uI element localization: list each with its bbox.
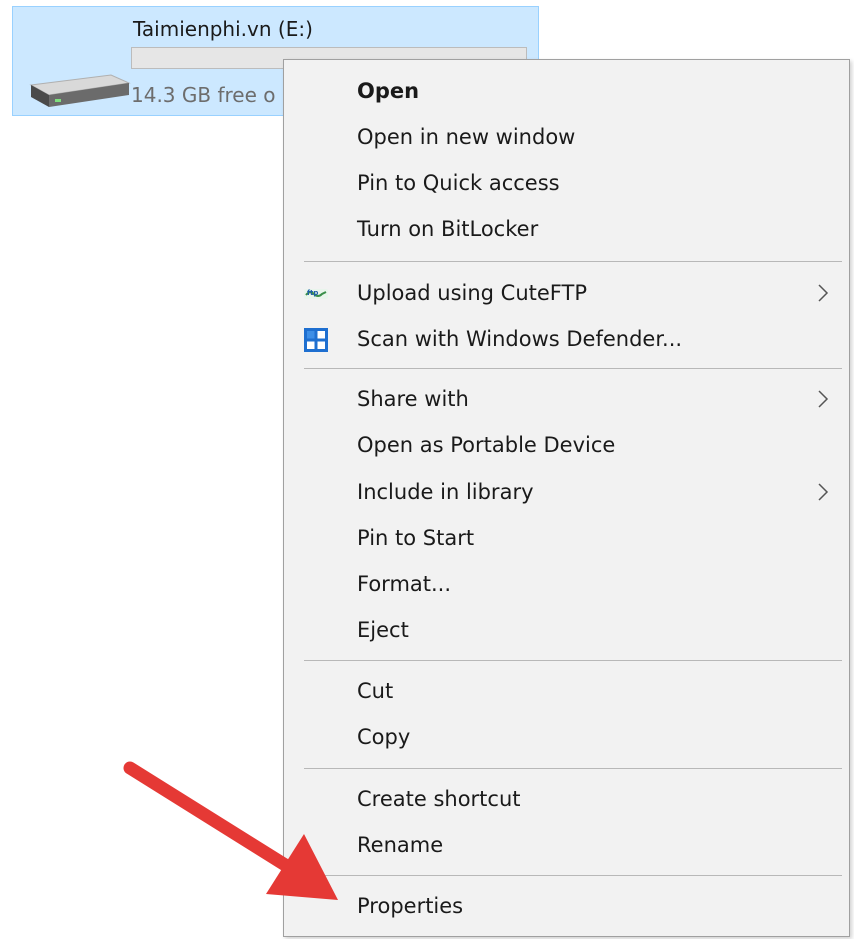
menu-item-share-with[interactable]: Share with: [284, 376, 849, 422]
chevron-right-icon: [818, 390, 829, 408]
chevron-right-icon: [818, 284, 829, 302]
menu-separator: [304, 261, 842, 262]
menu-item-properties[interactable]: Properties: [284, 883, 849, 929]
menu-item-eject[interactable]: Eject: [284, 607, 849, 653]
menu-item-turn-on-bitlocker[interactable]: Turn on BitLocker: [284, 206, 849, 252]
menu-item-open[interactable]: Open: [284, 68, 849, 114]
menu-item-label: Pin to Start: [357, 526, 475, 550]
menu-item-label: Format...: [357, 572, 452, 596]
menu-item-label: Turn on BitLocker: [357, 217, 539, 241]
menu-item-label: Include in library: [357, 480, 534, 504]
menu-item-upload-using-cuteftp[interactable]: ftp Upload using CuteFTP: [284, 270, 849, 316]
menu-item-format[interactable]: Format...: [284, 561, 849, 607]
menu-separator: [304, 768, 842, 769]
menu-separator: [304, 875, 842, 876]
menu-item-label: Open: [357, 79, 420, 103]
menu-item-label: Cut: [357, 679, 394, 703]
menu-separator: [304, 660, 842, 661]
chevron-right-icon: [818, 483, 829, 501]
windows-defender-icon: [304, 328, 328, 352]
menu-separator: [304, 368, 842, 369]
menu-item-label: Share with: [357, 387, 469, 411]
menu-item-label: Pin to Quick access: [357, 171, 560, 195]
menu-item-create-shortcut[interactable]: Create shortcut: [284, 776, 849, 822]
drive-name: Taimienphi.vn (E:): [133, 17, 313, 41]
menu-item-cut[interactable]: Cut: [284, 668, 849, 714]
menu-item-rename[interactable]: Rename: [284, 822, 849, 868]
menu-item-label: Scan with Windows Defender...: [357, 327, 683, 351]
menu-item-label: Rename: [357, 833, 444, 857]
menu-item-label: Copy: [357, 725, 411, 749]
menu-item-open-in-new-window[interactable]: Open in new window: [284, 114, 849, 160]
menu-item-label: Upload using CuteFTP: [357, 281, 587, 305]
menu-item-open-as-portable-device[interactable]: Open as Portable Device: [284, 422, 849, 468]
menu-item-pin-to-quick-access[interactable]: Pin to Quick access: [284, 160, 849, 206]
menu-item-label: Properties: [357, 894, 464, 918]
svg-text:ftp: ftp: [307, 289, 318, 297]
menu-item-pin-to-start[interactable]: Pin to Start: [284, 515, 849, 561]
menu-item-include-in-library[interactable]: Include in library: [284, 469, 849, 515]
menu-item-label: Open in new window: [357, 125, 576, 149]
menu-item-label: Open as Portable Device: [357, 433, 616, 457]
cuteftp-icon: ftp: [304, 289, 328, 299]
context-menu: Open Open in new window Pin to Quick acc…: [283, 59, 850, 937]
menu-item-scan-with-windows-defender[interactable]: Scan with Windows Defender...: [284, 316, 849, 362]
drive-free-space: 14.3 GB free o: [131, 83, 276, 107]
menu-item-copy[interactable]: Copy: [284, 714, 849, 760]
menu-item-label: Eject: [357, 618, 409, 642]
drive-icon: [29, 74, 131, 107]
menu-item-label: Create shortcut: [357, 787, 521, 811]
